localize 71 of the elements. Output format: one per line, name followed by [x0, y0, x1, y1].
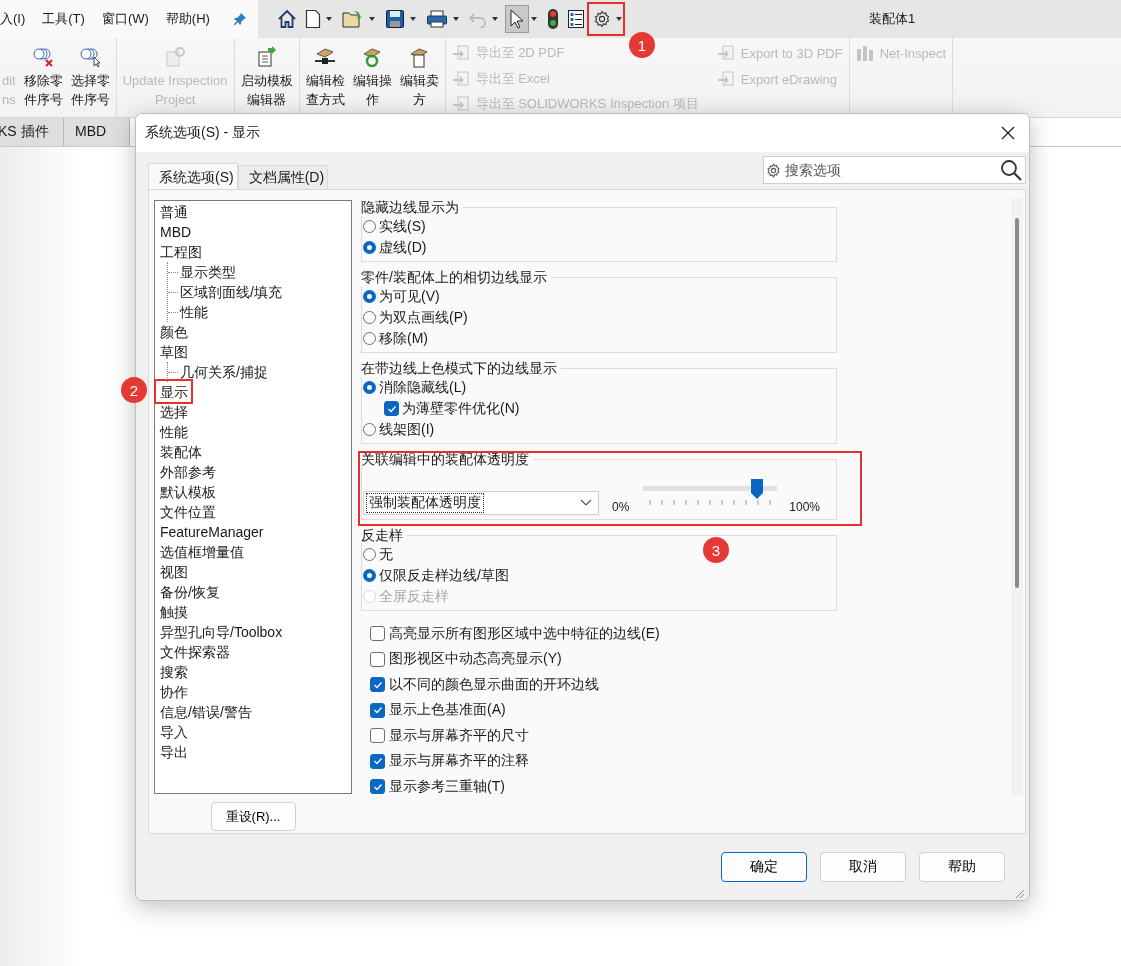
dialog-tab[interactable]: 系统选项(S) — [148, 163, 238, 190]
option-label: 消除隐藏线(L) — [379, 378, 467, 397]
reset-button[interactable]: 重设(R)... — [210, 802, 296, 831]
option-label: 全屏反走样 — [379, 587, 449, 606]
option-label: 移除(M) — [379, 329, 428, 348]
tree-item[interactable]: 普通 — [160, 202, 351, 222]
tree-item[interactable]: 搜索 — [160, 662, 351, 682]
search-field[interactable]: 搜索选项 — [763, 156, 1026, 184]
tree-item[interactable]: 异型孔向导/Toolbox — [160, 622, 351, 642]
option-label: 为薄壁零件优化(N) — [402, 399, 520, 418]
tree-item[interactable]: FeatureManager — [160, 522, 351, 542]
ribbon-button[interactable]: 移除零 件序号 — [21, 46, 65, 117]
option-label: 显示与屏幕齐平的注释 — [389, 752, 529, 771]
menu-item[interactable]: 帮助(H) — [165, 10, 210, 28]
slider-max-label: 100% — [789, 500, 821, 514]
menu-item[interactable]: 窗口(W) — [101, 10, 149, 28]
option-label: 显示上色基准面(A) — [389, 701, 506, 720]
option-label: 高亮显示所有图形区域中选中特征的边线(E) — [389, 624, 660, 643]
dialog-tab[interactable]: 文档属性(D) — [237, 165, 329, 189]
slider-min-label: 0% — [612, 500, 630, 514]
option-label: 实线(S) — [379, 217, 426, 236]
tree-item[interactable]: 几何关系/捕捉 — [180, 362, 268, 382]
option-label: 无 — [379, 545, 393, 564]
dialog-button[interactable]: 帮助 — [919, 852, 1005, 882]
option-label: 显示参考三重轴(T) — [389, 777, 505, 796]
tree-item[interactable]: 颜色 — [160, 322, 351, 342]
option-label: 线架图(I) — [379, 420, 435, 439]
step-marker: 2 — [121, 377, 147, 403]
tree-item[interactable]: 显示类型 — [180, 262, 236, 282]
tree-item[interactable]: 文件探索器 — [160, 642, 351, 662]
option-label: 仅限反走样边线/草图 — [379, 566, 509, 585]
ribbon-button[interactable]: 启动模板 编辑器 — [238, 46, 295, 117]
ribbon-button[interactable]: 选择零 件序号 — [68, 46, 112, 117]
ribbon-button[interactable]: 编辑卖 方 — [397, 46, 441, 117]
tree-item[interactable]: MBD — [160, 222, 351, 242]
tree-item[interactable]: 触摸 — [160, 602, 351, 622]
tree-item[interactable]: 显示 — [160, 382, 351, 402]
tree-item[interactable]: 区域剖面线/填充 — [180, 282, 282, 302]
tree-item[interactable]: 协作 — [160, 682, 351, 702]
tree-item[interactable]: 视图 — [160, 562, 351, 582]
tree-item[interactable]: 默认模板 — [160, 482, 351, 502]
dialog-button[interactable]: 确定 — [721, 852, 807, 882]
dialog-button[interactable]: 取消 — [820, 852, 906, 882]
option-label: 为可见(V) — [379, 287, 440, 306]
tree-item[interactable]: 选值框增量值 — [160, 542, 351, 562]
tree-item[interactable]: 文件位置 — [160, 502, 351, 522]
tree-item[interactable]: 导入 — [160, 722, 351, 742]
ribbon-button[interactable]: 编辑操 作 — [350, 46, 394, 117]
tree-item[interactable]: 外部参考 — [160, 462, 351, 482]
option-label: 为双点画线(P) — [379, 308, 468, 327]
dropdown[interactable]: 强制装配体透明度 — [363, 491, 599, 515]
option-label: 显示与屏幕齐平的尺寸 — [389, 726, 529, 745]
option-label: 图形视区中动态高亮显示(Y) — [389, 650, 562, 669]
tree-item[interactable]: 装配体 — [160, 442, 351, 462]
tree-item[interactable]: 导出 — [160, 742, 351, 762]
tree-item[interactable]: 草图 — [160, 342, 351, 362]
ribbon-tab[interactable]: KS 插件 — [0, 118, 64, 146]
ribbon-tab[interactable]: MBD — [64, 118, 130, 146]
tree-item[interactable]: 选择 — [160, 402, 351, 422]
tree-item[interactable]: 工程图 — [160, 242, 351, 262]
tree-item[interactable]: 性能 — [160, 422, 351, 442]
tree-item[interactable]: 性能 — [180, 302, 208, 322]
ribbon-button[interactable]: 编辑检 查方式 — [303, 46, 347, 117]
menu-item[interactable]: 入(I) — [0, 10, 26, 28]
option-label: 虚线(D) — [379, 238, 427, 257]
dialog-title: 系统选项(S) - 显示 — [145, 124, 261, 142]
tree-item[interactable]: 备份/恢复 — [160, 582, 351, 602]
menu-item[interactable]: 工具(T) — [42, 10, 85, 28]
window-title: 装配体1 — [869, 10, 916, 28]
option-label: 以不同的颜色显示曲面的开环边线 — [389, 675, 599, 694]
tree-item[interactable]: 信息/错误/警告 — [160, 702, 351, 722]
